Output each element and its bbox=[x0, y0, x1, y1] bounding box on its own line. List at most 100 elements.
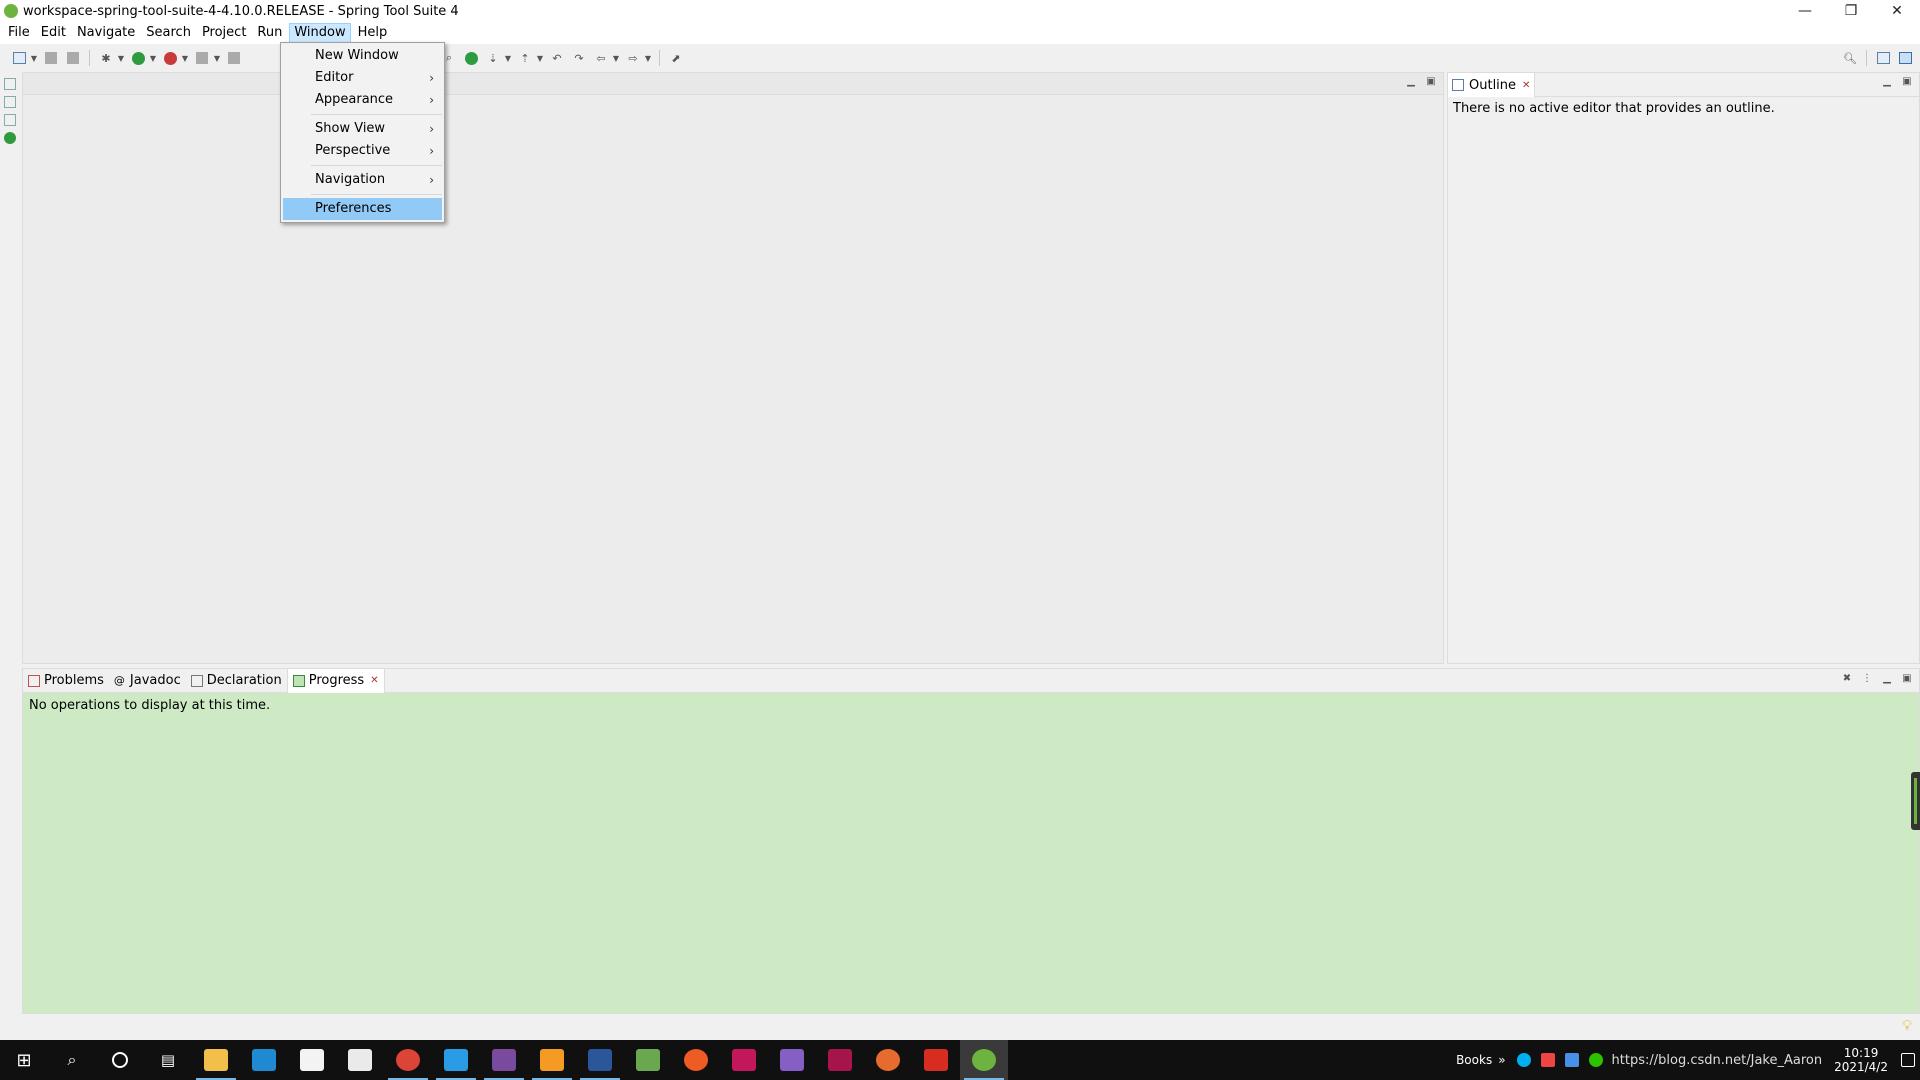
minimize-view-icon[interactable]: ▁ bbox=[1881, 674, 1893, 685]
next-edit-icon[interactable]: ↷ bbox=[571, 50, 587, 66]
maximize-view-icon[interactable]: ▣ bbox=[1901, 77, 1913, 88]
back-icon[interactable]: ⇦ bbox=[593, 50, 609, 66]
taskbar-app-multicolor[interactable] bbox=[864, 1040, 912, 1080]
menu-run[interactable]: Run bbox=[253, 23, 286, 43]
menu-edit[interactable]: Edit bbox=[37, 23, 70, 43]
maximize-view-icon[interactable]: ▣ bbox=[1901, 674, 1913, 685]
menu-item-perspective[interactable]: Perspective › bbox=[283, 140, 442, 162]
menu-project[interactable]: Project bbox=[198, 23, 250, 43]
taskbar-visual-studio[interactable] bbox=[768, 1040, 816, 1080]
menu-help[interactable]: Help bbox=[354, 23, 392, 43]
package-explorer-icon[interactable] bbox=[4, 96, 16, 108]
window-menu-dropdown: New Window Editor › Appearance › Show View… bbox=[280, 42, 445, 223]
pin-editor-icon[interactable]: ⬈ bbox=[668, 50, 684, 66]
taskbar-store[interactable] bbox=[288, 1040, 336, 1080]
menu-item-appearance[interactable]: Appearance › bbox=[283, 89, 442, 111]
taskbar-app-orange[interactable] bbox=[528, 1040, 576, 1080]
remove-finished-icon[interactable]: ✖ bbox=[1841, 674, 1853, 685]
search-icon[interactable]: 🔍︎ bbox=[1842, 50, 1858, 66]
start-button[interactable]: ⊞ bbox=[0, 1040, 48, 1080]
side-drag-handle[interactable] bbox=[1911, 772, 1920, 830]
maximize-editor-icon[interactable]: ▣ bbox=[1425, 77, 1437, 88]
intellij-icon bbox=[732, 1049, 756, 1071]
boot-dashboard-icon[interactable] bbox=[463, 50, 479, 66]
new-wizard-icon[interactable] bbox=[11, 50, 27, 66]
close-button[interactable]: ✕ bbox=[1874, 0, 1920, 22]
forward-dropdown-icon[interactable]: ▼ bbox=[644, 50, 652, 66]
task-view-button[interactable]: ▤ bbox=[144, 1040, 192, 1080]
restore-view-icon[interactable] bbox=[4, 78, 16, 90]
taskbar-mail[interactable] bbox=[336, 1040, 384, 1080]
taskbar-app-green[interactable] bbox=[624, 1040, 672, 1080]
tray-overflow-icon[interactable]: » bbox=[1498, 1053, 1505, 1067]
tab-javadoc[interactable]: @ Javadoc bbox=[109, 669, 186, 693]
next-annotation-icon[interactable]: ⇣ bbox=[485, 50, 501, 66]
vscode-icon bbox=[444, 1049, 468, 1071]
minimize-view-icon[interactable]: ▁ bbox=[1881, 77, 1893, 88]
taskbar-chrome[interactable] bbox=[384, 1040, 432, 1080]
open-perspective-icon[interactable] bbox=[1875, 50, 1891, 66]
visual-studio-icon bbox=[780, 1049, 804, 1071]
open-type-icon[interactable] bbox=[226, 50, 242, 66]
menu-window[interactable]: Window bbox=[289, 23, 351, 43]
prev-annotation-dropdown-icon[interactable]: ▼ bbox=[536, 50, 544, 66]
tab-progress[interactable]: Progress ✕ bbox=[286, 668, 385, 693]
wechat-icon[interactable] bbox=[1588, 1053, 1603, 1067]
restore-button[interactable]: ❐ bbox=[1828, 0, 1874, 22]
taskbar-file-explorer[interactable] bbox=[192, 1040, 240, 1080]
prev-annotation-icon[interactable]: ⇡ bbox=[517, 50, 533, 66]
java-perspective-icon[interactable] bbox=[1897, 50, 1913, 66]
taskbar-word[interactable] bbox=[576, 1040, 624, 1080]
menu-file[interactable]: File bbox=[4, 23, 34, 43]
search-button[interactable]: ⌕ bbox=[48, 1040, 96, 1080]
minimize-editor-icon[interactable]: ▁ bbox=[1405, 77, 1417, 88]
close-icon[interactable]: ✕ bbox=[370, 675, 378, 686]
menu-item-preferences[interactable]: Preferences bbox=[283, 198, 442, 220]
menu-item-navigation[interactable]: Navigation › bbox=[283, 169, 442, 191]
taskbar-postman[interactable] bbox=[672, 1040, 720, 1080]
menu-navigate[interactable]: Navigate bbox=[73, 23, 139, 43]
back-dropdown-icon[interactable]: ▼ bbox=[612, 50, 620, 66]
new-dropdown-icon[interactable]: ▼ bbox=[30, 50, 38, 66]
view-menu-icon[interactable]: ⋮ bbox=[1861, 674, 1873, 685]
run-dropdown-icon[interactable]: ▼ bbox=[149, 50, 157, 66]
skype-icon[interactable] bbox=[1516, 1053, 1531, 1067]
taskbar-app-red[interactable] bbox=[912, 1040, 960, 1080]
taskbar-spring-tool-suite[interactable] bbox=[960, 1040, 1008, 1080]
notification-icon[interactable] bbox=[1901, 1053, 1915, 1067]
taskbar-intellij[interactable] bbox=[720, 1040, 768, 1080]
restore-view-icon[interactable] bbox=[4, 114, 16, 126]
tab-problems[interactable]: Problems bbox=[23, 669, 109, 693]
taskbar-vscode-2[interactable] bbox=[432, 1040, 480, 1080]
boot-dashboard-trim-icon[interactable] bbox=[4, 132, 16, 144]
minimize-button[interactable]: — bbox=[1782, 0, 1828, 22]
tab-outline[interactable]: Outline ✕ bbox=[1448, 73, 1536, 97]
tip-lightbulb-icon[interactable]: 💡︎ bbox=[1902, 1018, 1912, 1034]
external-tools-icon[interactable] bbox=[162, 50, 178, 66]
debug-dropdown-icon[interactable]: ▼ bbox=[117, 50, 125, 66]
save-all-icon[interactable] bbox=[65, 50, 81, 66]
tray-app-icon[interactable] bbox=[1540, 1053, 1555, 1067]
defender-icon[interactable] bbox=[1564, 1053, 1579, 1067]
last-edit-icon[interactable]: ↶ bbox=[549, 50, 565, 66]
forward-icon[interactable]: ⇨ bbox=[625, 50, 641, 66]
menu-search[interactable]: Search bbox=[142, 23, 195, 43]
stop-icon[interactable] bbox=[194, 50, 210, 66]
taskbar-app-pink[interactable] bbox=[816, 1040, 864, 1080]
stop-dropdown-icon[interactable]: ▼ bbox=[213, 50, 221, 66]
tab-declaration[interactable]: Declaration bbox=[186, 669, 287, 693]
clock[interactable]: 10:19 2021/4/2 bbox=[1834, 1046, 1888, 1074]
debug-icon[interactable]: ✱ bbox=[98, 50, 114, 66]
save-icon[interactable] bbox=[43, 50, 59, 66]
close-icon[interactable]: ✕ bbox=[1522, 80, 1530, 91]
next-annotation-dropdown-icon[interactable]: ▼ bbox=[504, 50, 512, 66]
taskbar-vscode[interactable] bbox=[240, 1040, 288, 1080]
menu-item-show-view[interactable]: Show View › bbox=[283, 118, 442, 140]
taskbar-app-purple[interactable] bbox=[480, 1040, 528, 1080]
tray-books-label[interactable]: Books bbox=[1456, 1053, 1492, 1067]
external-tools-dropdown-icon[interactable]: ▼ bbox=[181, 50, 189, 66]
menu-item-editor[interactable]: Editor › bbox=[283, 67, 442, 89]
cortana-button[interactable] bbox=[96, 1040, 144, 1080]
menu-item-new-window[interactable]: New Window bbox=[283, 45, 442, 67]
run-icon[interactable] bbox=[130, 50, 146, 66]
